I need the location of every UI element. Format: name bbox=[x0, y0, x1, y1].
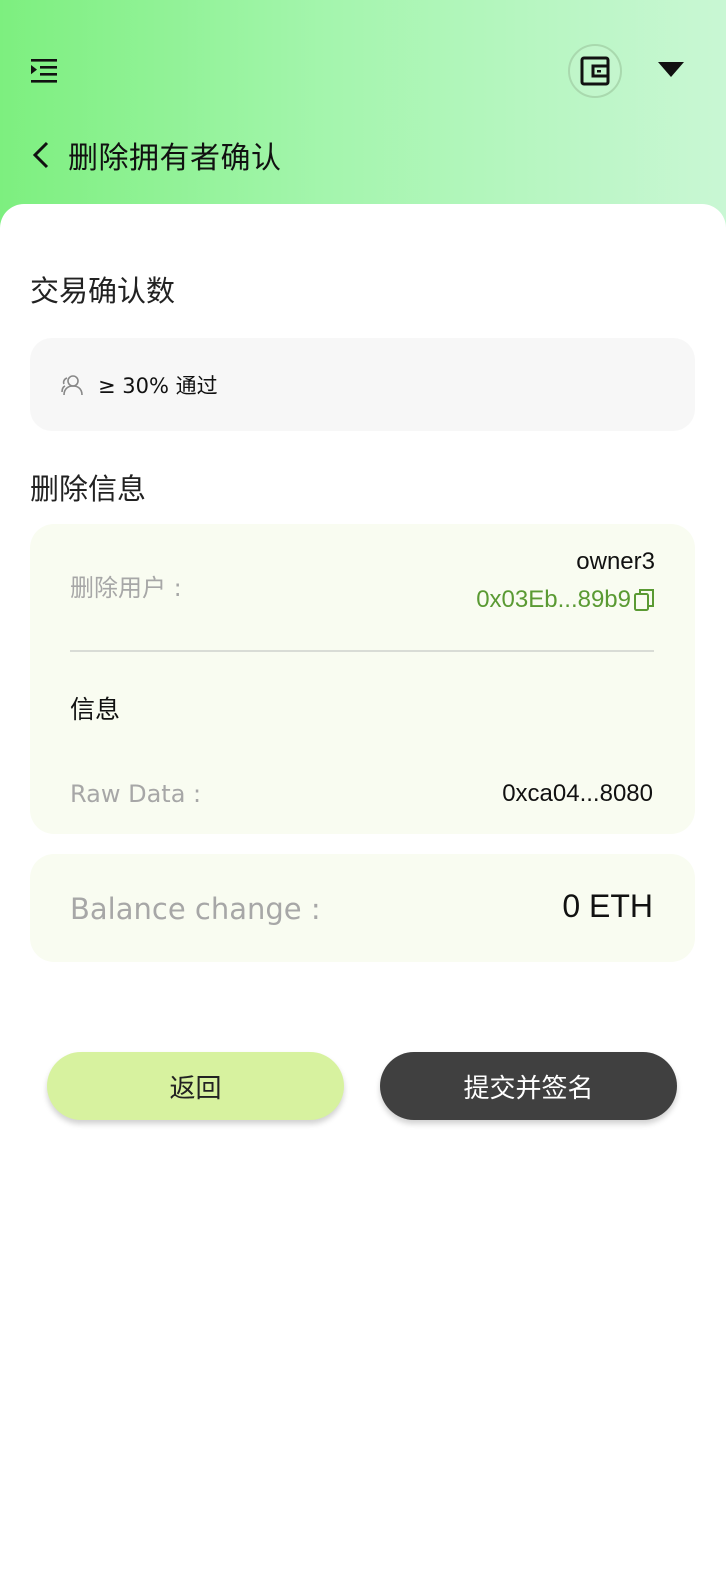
top-bar: 删除拥有者确认 bbox=[0, 0, 726, 176]
title-row: 删除拥有者确认 bbox=[30, 134, 282, 176]
delete-user-label: 删除用户 : bbox=[70, 574, 182, 602]
submit-and-sign-button[interactable]: 提交并签名 bbox=[380, 1052, 677, 1120]
chevron-left-icon[interactable] bbox=[30, 138, 52, 172]
message-title: 信息 bbox=[70, 695, 121, 724]
wallet-button[interactable] bbox=[568, 44, 622, 98]
confirmations-section-title: 交易确认数 bbox=[30, 274, 176, 308]
copy-icon[interactable] bbox=[633, 588, 655, 612]
raw-data-value: 0xca04...8080 bbox=[502, 780, 653, 807]
delete-info-card: 删除用户 : owner3 0x03Eb...89b9 信息 Raw Data … bbox=[30, 524, 695, 834]
caret-down-icon[interactable] bbox=[656, 60, 686, 80]
balance-change-value: 0 ETH bbox=[562, 888, 653, 924]
balance-change-label: Balance change : bbox=[70, 892, 321, 926]
page-title: 删除拥有者确认 bbox=[68, 141, 282, 176]
threshold-text: ≥ 30% 通过 bbox=[98, 373, 218, 398]
owner-address[interactable]: 0x03Eb...89b9 bbox=[476, 586, 631, 614]
owner-address-row: 0x03Eb...89b9 bbox=[476, 586, 655, 614]
balance-change-card: Balance change : 0 ETH bbox=[30, 854, 695, 962]
owner-name: owner3 bbox=[576, 548, 655, 575]
wallet-icon bbox=[580, 56, 610, 86]
content-sheet: 交易确认数 ≥ 30% 通过 删除信息 删除用户 : owner3 0x03Eb… bbox=[0, 204, 726, 1570]
menu-indent-icon[interactable] bbox=[30, 57, 60, 85]
divider bbox=[70, 650, 654, 652]
delete-info-section-title: 删除信息 bbox=[30, 472, 147, 506]
people-icon bbox=[61, 374, 83, 395]
confirmation-threshold-box: ≥ 30% 通过 bbox=[30, 338, 695, 431]
raw-data-label: Raw Data : bbox=[70, 780, 202, 808]
back-button[interactable]: 返回 bbox=[47, 1052, 344, 1120]
